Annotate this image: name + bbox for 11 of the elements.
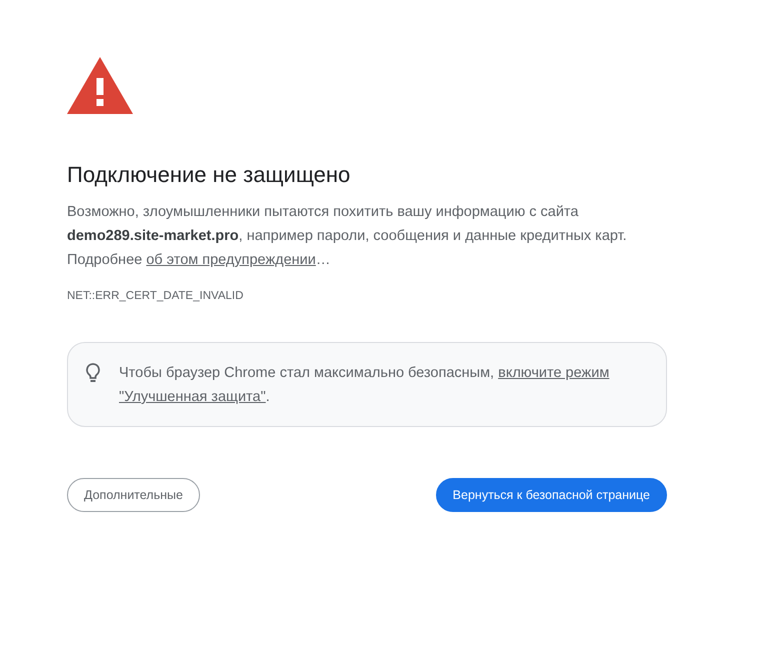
enhanced-protection-link[interactable]: включите режим xyxy=(498,365,610,381)
advanced-button[interactable]: Дополнительные xyxy=(67,478,200,512)
enhanced-protection-link[interactable]: "Улучшенная защита" xyxy=(119,389,266,405)
error-code: NET::ERR_CERT_DATE_INVALID xyxy=(67,289,244,304)
warning-icon xyxy=(67,57,133,114)
lightbulb-icon xyxy=(84,362,102,384)
warning-paragraph: Возможно, злоумышленники пытаются похитить вашу информацию с сайта demo289.site-market.pro, например пароли, сообщения и данные кредитных карт. Подробнее об этом предупреждении… xyxy=(67,203,628,270)
page-heading: Подключение не защищено xyxy=(67,161,352,189)
back-to-safety-button[interactable]: Вернуться к безопасной странице xyxy=(436,478,667,512)
warning-details-link[interactable]: об этом предупреждении xyxy=(146,252,316,268)
tip-text: Чтобы браузер Chrome стал максимально безопасным, включите режим "Улучшенная защита". xyxy=(119,364,610,407)
